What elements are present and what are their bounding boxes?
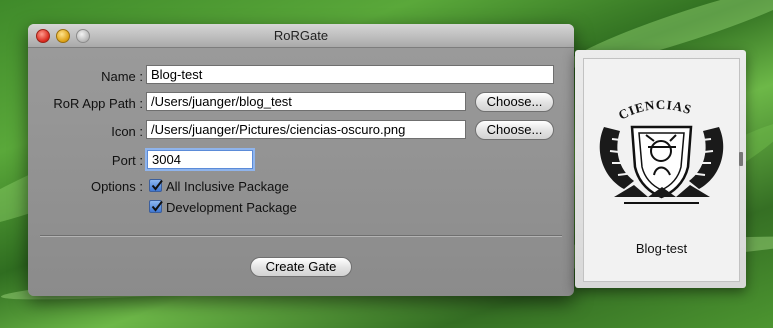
port-field[interactable]: 3004 xyxy=(147,150,253,169)
icon-preview-panel: CIENCIAS Blog-test xyxy=(575,50,746,288)
all-inclusive-checkbox[interactable] xyxy=(149,179,163,192)
app-path-field[interactable]: /Users/juanger/blog_test xyxy=(146,92,466,111)
development-package-checkbox[interactable] xyxy=(149,200,163,213)
choose-app-path-button[interactable]: Choose... xyxy=(475,92,554,112)
seal-text: CIENCIAS xyxy=(616,97,693,123)
drawer-resize-handle[interactable] xyxy=(739,152,743,166)
options-label: Options : xyxy=(90,179,143,194)
title-bar[interactable]: RoRGate xyxy=(28,24,574,48)
unam-ciencias-seal-icon: CIENCIAS xyxy=(599,97,724,204)
checkmark-icon xyxy=(151,179,163,191)
checkmark-icon xyxy=(151,200,163,212)
name-label: Name : xyxy=(101,69,143,84)
preview-caption: Blog-test xyxy=(635,241,688,256)
icon-preview-frame: CIENCIAS Blog-test xyxy=(583,58,740,282)
name-field[interactable]: Blog-test xyxy=(146,65,554,84)
icon-label: Icon : xyxy=(111,124,143,139)
all-inclusive-label[interactable]: All Inclusive Package xyxy=(166,179,289,194)
development-package-label[interactable]: Development Package xyxy=(166,200,297,215)
icon-path-field[interactable]: /Users/juanger/Pictures/ciencias-oscuro.… xyxy=(146,120,466,139)
separator xyxy=(40,235,562,237)
choose-icon-button[interactable]: Choose... xyxy=(475,120,554,140)
port-label: Port : xyxy=(111,153,143,168)
app-path-label: RoR App Path : xyxy=(53,96,143,111)
window-title: RoRGate xyxy=(273,28,329,43)
svg-text:CIENCIAS: CIENCIAS xyxy=(616,97,694,123)
rorgate-window: RoRGate Name : Blog-test RoR App Path : … xyxy=(28,24,574,296)
create-gate-button[interactable]: Create Gate xyxy=(250,257,352,277)
